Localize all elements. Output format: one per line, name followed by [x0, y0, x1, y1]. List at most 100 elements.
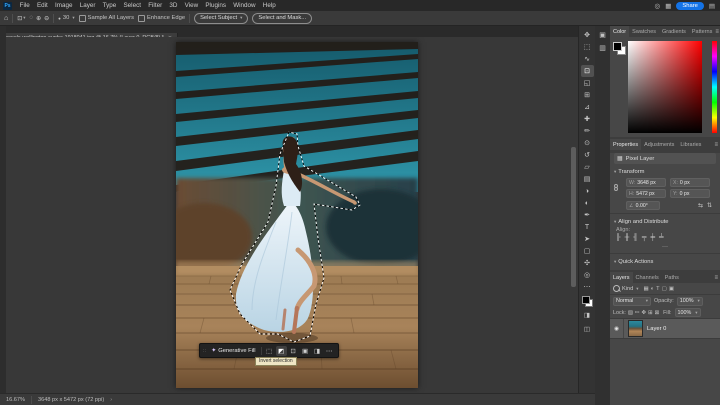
menu-item[interactable]: File — [16, 2, 33, 9]
lock-paint-icon[interactable]: ✏ — [635, 310, 640, 316]
path-selection-tool[interactable]: ➤ — [581, 233, 594, 245]
new-selection-icon[interactable]: ◌ — [30, 15, 34, 22]
panel-menu-icon[interactable]: ≡ — [715, 26, 720, 37]
frame-tool[interactable]: ⊞ — [581, 89, 594, 101]
flip-vertical-icon[interactable]: ⇅ — [707, 202, 712, 209]
lock-position-icon[interactable]: ✥ — [642, 310, 647, 316]
menu-item[interactable]: 3D — [166, 2, 181, 9]
tab-layers[interactable]: Layers — [610, 272, 633, 283]
width-field[interactable]: W: 3648 px — [626, 178, 666, 187]
blur-tool[interactable]: ◑ — [581, 185, 594, 197]
taskbar-grip[interactable]: ∷ — [203, 348, 206, 354]
layer-row[interactable]: ◉ Layer 0 — [610, 318, 720, 339]
foreground-color-swatch[interactable] — [582, 296, 590, 304]
foreground-color-swatch[interactable] — [613, 42, 622, 51]
tab-channels[interactable]: Channels — [633, 272, 662, 283]
zoom-level-field[interactable]: 16.67% — [6, 397, 25, 403]
panel-menu-icon[interactable]: ≡ — [714, 272, 720, 283]
more-options-icon[interactable]: ⋯ — [324, 346, 335, 356]
color-swatches[interactable] — [582, 296, 593, 307]
align-right-icon[interactable]: ╢ — [633, 234, 638, 241]
menu-item[interactable]: Layer — [76, 2, 99, 9]
menu-item[interactable]: Window — [230, 2, 260, 9]
menu-item[interactable]: Edit — [33, 2, 51, 9]
add-to-selection-icon[interactable]: ⊕ — [36, 15, 41, 22]
menu-item[interactable]: Plugins — [202, 2, 230, 9]
search-icon[interactable]: ◎ — [655, 2, 661, 10]
collapsed-history-panel-icon[interactable]: ▣ — [599, 31, 606, 39]
align-center-h-icon[interactable]: ╫ — [625, 234, 630, 241]
home-icon[interactable]: ⌂ — [4, 15, 8, 22]
modify-selection-icon[interactable]: ⬚ — [264, 346, 275, 356]
invert-selection-icon[interactable]: ◩ — [276, 346, 287, 356]
tab-properties[interactable]: Properties — [610, 139, 641, 150]
tab-paths[interactable]: Paths — [662, 272, 682, 283]
tab-adjustments[interactable]: Adjustments — [641, 139, 677, 150]
menu-item[interactable]: Filter — [145, 2, 166, 9]
move-tool[interactable]: ✥ — [581, 29, 594, 41]
layer-thumbnail[interactable] — [628, 320, 643, 337]
x-field[interactable]: X: 0 px — [670, 178, 710, 187]
filter-smart-object-icon[interactable]: ▣ — [668, 286, 675, 292]
lock-transparency-icon[interactable]: ▨ — [628, 310, 633, 316]
mask-icon[interactable]: ◨ — [312, 346, 323, 356]
menu-item[interactable]: View — [181, 2, 202, 9]
enhance-edge-checkbox[interactable]: Enhance Edge — [138, 15, 185, 22]
spot-healing-brush-tool[interactable]: ✚ — [581, 113, 594, 125]
tab-swatches[interactable]: Swatches — [629, 26, 659, 37]
fill-selection-icon[interactable]: ▣ — [300, 346, 311, 356]
select-subject-button[interactable]: Select Subject ▾ — [194, 13, 248, 24]
filter-kind-dropdown[interactable]: Kind — [622, 286, 633, 292]
workspace-icon[interactable]: ▤ — [709, 2, 715, 10]
color-swatches-mini[interactable] — [613, 42, 625, 54]
rectangular-marquee-tool[interactable]: ⬚ — [581, 41, 594, 53]
saturation-brightness-field[interactable] — [628, 41, 702, 133]
height-field[interactable]: H: 5472 px — [626, 189, 666, 198]
canvas-area[interactable] — [0, 37, 578, 393]
menu-item[interactable]: Select — [120, 2, 145, 9]
opacity-dropdown[interactable]: 100% ▾ — [677, 297, 703, 306]
quick-actions-header[interactable]: ▾ Quick Actions — [610, 256, 720, 267]
clone-stamp-tool[interactable]: ⊙ — [581, 137, 594, 149]
shape-tool[interactable]: ▢ — [581, 245, 594, 257]
lasso-tool[interactable]: ∿ — [581, 53, 594, 65]
lock-all-icon[interactable]: ⊠ — [655, 310, 660, 316]
photo-document[interactable] — [176, 42, 418, 388]
screen-mode-button[interactable]: ◫ — [581, 323, 594, 335]
tool-preset-picker[interactable]: ⊡ ▾ — [17, 15, 25, 22]
tab-patterns[interactable]: Patterns — [689, 26, 715, 37]
crop-tool[interactable]: ◱ — [581, 77, 594, 89]
generative-fill-button[interactable]: ✦ Generative Fill — [208, 347, 258, 354]
arrange-documents-icon[interactable]: ▦ — [665, 2, 671, 10]
photoshop-logo[interactable]: Ps — [3, 2, 12, 10]
eyedropper-tool[interactable]: ⊿ — [581, 101, 594, 113]
filter-pixel-icon[interactable]: ▦ — [642, 286, 649, 292]
collapsed-libraries-panel-icon[interactable]: ▥ — [599, 44, 606, 52]
share-button[interactable]: Share — [676, 2, 703, 10]
transform-selection-icon[interactable]: ⊡ — [288, 346, 299, 356]
menu-item[interactable]: Type — [99, 2, 120, 9]
vertical-scrollbar[interactable] — [571, 77, 576, 393]
type-tool[interactable]: T — [581, 221, 594, 233]
fill-dropdown[interactable]: 100% ▾ — [675, 308, 701, 317]
subtract-from-selection-icon[interactable]: ⊖ — [44, 15, 49, 22]
quick-mask-button[interactable]: ◨ — [581, 309, 594, 321]
menu-item[interactable]: Help — [259, 2, 279, 9]
layer-name[interactable]: Layer 0 — [647, 326, 666, 332]
brush-size-picker[interactable]: ● 30 ▾ — [58, 15, 74, 21]
align-bottom-icon[interactable]: ╧ — [659, 234, 664, 241]
sample-all-layers-checkbox[interactable]: Sample All Layers — [79, 15, 134, 22]
transform-section-header[interactable]: ▾ Transform — [610, 166, 720, 177]
edit-toolbar-icon[interactable]: ⋯ — [581, 281, 594, 293]
pen-tool[interactable]: ✒ — [581, 209, 594, 221]
select-and-mask-button[interactable]: Select and Mask... — [252, 13, 312, 24]
hand-tool[interactable]: ✣ — [581, 257, 594, 269]
tab-gradients[interactable]: Gradients — [659, 26, 689, 37]
y-field[interactable]: Y: 0 px — [670, 189, 710, 198]
more-options-button[interactable]: ··· — [610, 243, 720, 251]
tab-color[interactable]: Color — [610, 26, 629, 37]
angle-field[interactable]: ∠ 0.00° — [626, 201, 660, 210]
panel-menu-icon[interactable]: ≡ — [714, 139, 720, 150]
layer-visibility-toggle[interactable]: ◉ — [610, 319, 624, 338]
align-center-v-icon[interactable]: ╪ — [650, 234, 655, 241]
